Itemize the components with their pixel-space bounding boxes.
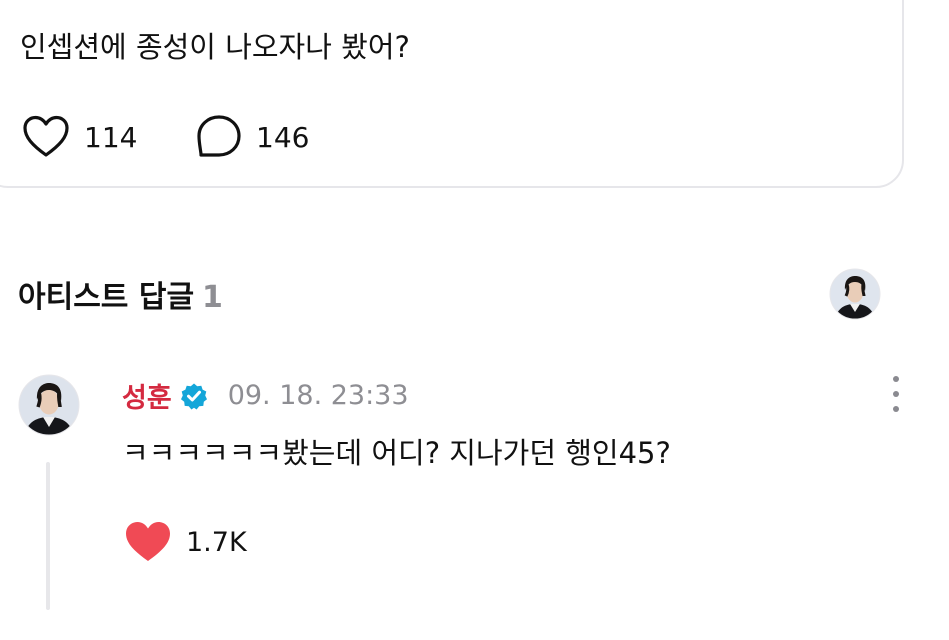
- more-dot-icon: [893, 406, 899, 412]
- thread-line: [46, 462, 50, 610]
- reply-like-count: 1.7K: [186, 526, 247, 558]
- more-dot-icon: [893, 376, 899, 382]
- section-title: 아티스트 답글 1: [18, 272, 223, 316]
- comment-count: 146: [256, 120, 310, 154]
- artist-reply-screen: 인셉션에 종성이 나오자나 봤어? 114 146 아티스트 답글 1 성훈 0…: [0, 0, 949, 640]
- reply-timestamp: 09. 18. 23:33: [227, 380, 409, 411]
- heart-outline-icon: [23, 115, 69, 157]
- verified-badge-icon: [180, 383, 207, 409]
- heart-filled-icon: [126, 522, 170, 561]
- reply-author-avatar[interactable]: [18, 374, 80, 436]
- like-button[interactable]: 114: [22, 114, 137, 160]
- post-text: 인셉션에 종성이 나오자나 봤어?: [20, 30, 410, 64]
- reply-text: ㅋㅋㅋㅋㅋㅋ봤는데 어디? 지나가던 행인45?: [122, 436, 671, 470]
- like-count: 114: [84, 120, 138, 154]
- section-title-label: 아티스트 답글: [18, 280, 195, 315]
- speech-bubble-icon: [197, 115, 241, 157]
- more-options-button[interactable]: [884, 374, 908, 414]
- more-dot-icon: [893, 391, 899, 397]
- artist-avatar[interactable]: [829, 268, 881, 320]
- section-reply-count: 1: [202, 280, 223, 315]
- reply-meta: 성훈 09. 18. 23:33: [122, 376, 409, 415]
- post-card[interactable]: 인셉션에 종성이 나오자나 봤어? 114 146: [0, 0, 904, 188]
- reply-author-name[interactable]: 성훈: [122, 376, 172, 415]
- reply-like-button[interactable]: 1.7K: [124, 520, 247, 564]
- comment-button[interactable]: 146: [196, 114, 309, 160]
